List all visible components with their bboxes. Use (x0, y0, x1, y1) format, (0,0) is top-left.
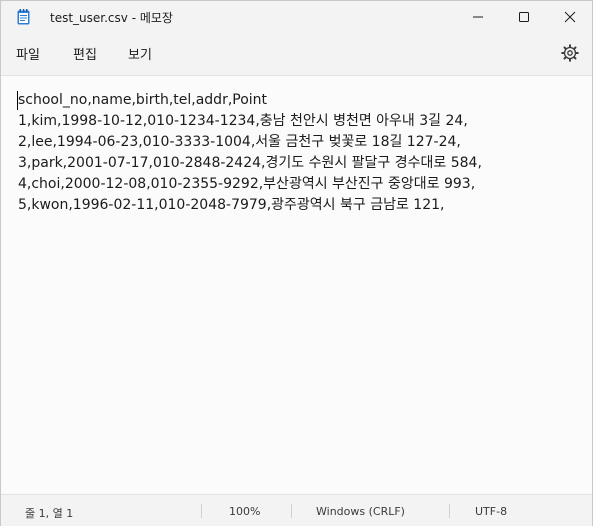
line-ending[interactable]: Windows (CRLF) (316, 505, 405, 518)
minimize-icon (473, 16, 483, 18)
notepad-window: test_user.csv - 메모장 파일 편집 보기 school_no,n… (0, 0, 593, 526)
text-line: 3,park,2001-07-17,010-2848-2424,경기도 수원시 … (18, 155, 482, 171)
text-line: school_no,name,birth,tel,addr,Point (18, 92, 268, 108)
status-divider (449, 504, 450, 518)
text-line: 5,kwon,1996-02-11,010-2048-7979,광주광역시 북구… (18, 197, 445, 213)
maximize-icon (519, 12, 529, 22)
zoom-level[interactable]: 100% (229, 505, 260, 518)
status-bar: 줄 1, 열 1 100% Windows (CRLF) UTF-8 (1, 494, 592, 526)
text-line: 4,choi,2000-12-08,010-2355-9292,부산광역시 부산… (18, 176, 476, 192)
text-line: 2,lee,1994-06-23,010-3333-1004,서울 금천구 벚꽃… (18, 134, 461, 150)
menu-view[interactable]: 보기 (128, 44, 152, 63)
text-editor[interactable]: school_no,name,birth,tel,addr,Point 1,ki… (1, 75, 592, 494)
minimize-button[interactable] (455, 1, 501, 33)
window-title: test_user.csv - 메모장 (50, 11, 173, 25)
close-button[interactable] (547, 1, 593, 33)
text-line: 1,kim,1998-10-12,010-1234-1234,충남 천안시 병천… (18, 113, 468, 129)
text-caret (17, 91, 18, 110)
menu-file[interactable]: 파일 (16, 44, 40, 63)
gear-icon[interactable] (560, 43, 580, 63)
encoding[interactable]: UTF-8 (475, 505, 507, 518)
menu-bar: 파일 편집 보기 (1, 35, 592, 73)
editor-content: school_no,name,birth,tel,addr,Point 1,ki… (18, 90, 482, 216)
status-divider (291, 504, 292, 518)
menu-edit[interactable]: 편집 (73, 44, 97, 63)
status-divider (201, 504, 202, 518)
title-bar[interactable]: test_user.csv - 메모장 (1, 1, 592, 33)
notepad-icon (17, 9, 30, 25)
close-icon (564, 11, 576, 23)
cursor-position: 줄 1, 열 1 (25, 507, 74, 520)
maximize-button[interactable] (501, 1, 547, 33)
